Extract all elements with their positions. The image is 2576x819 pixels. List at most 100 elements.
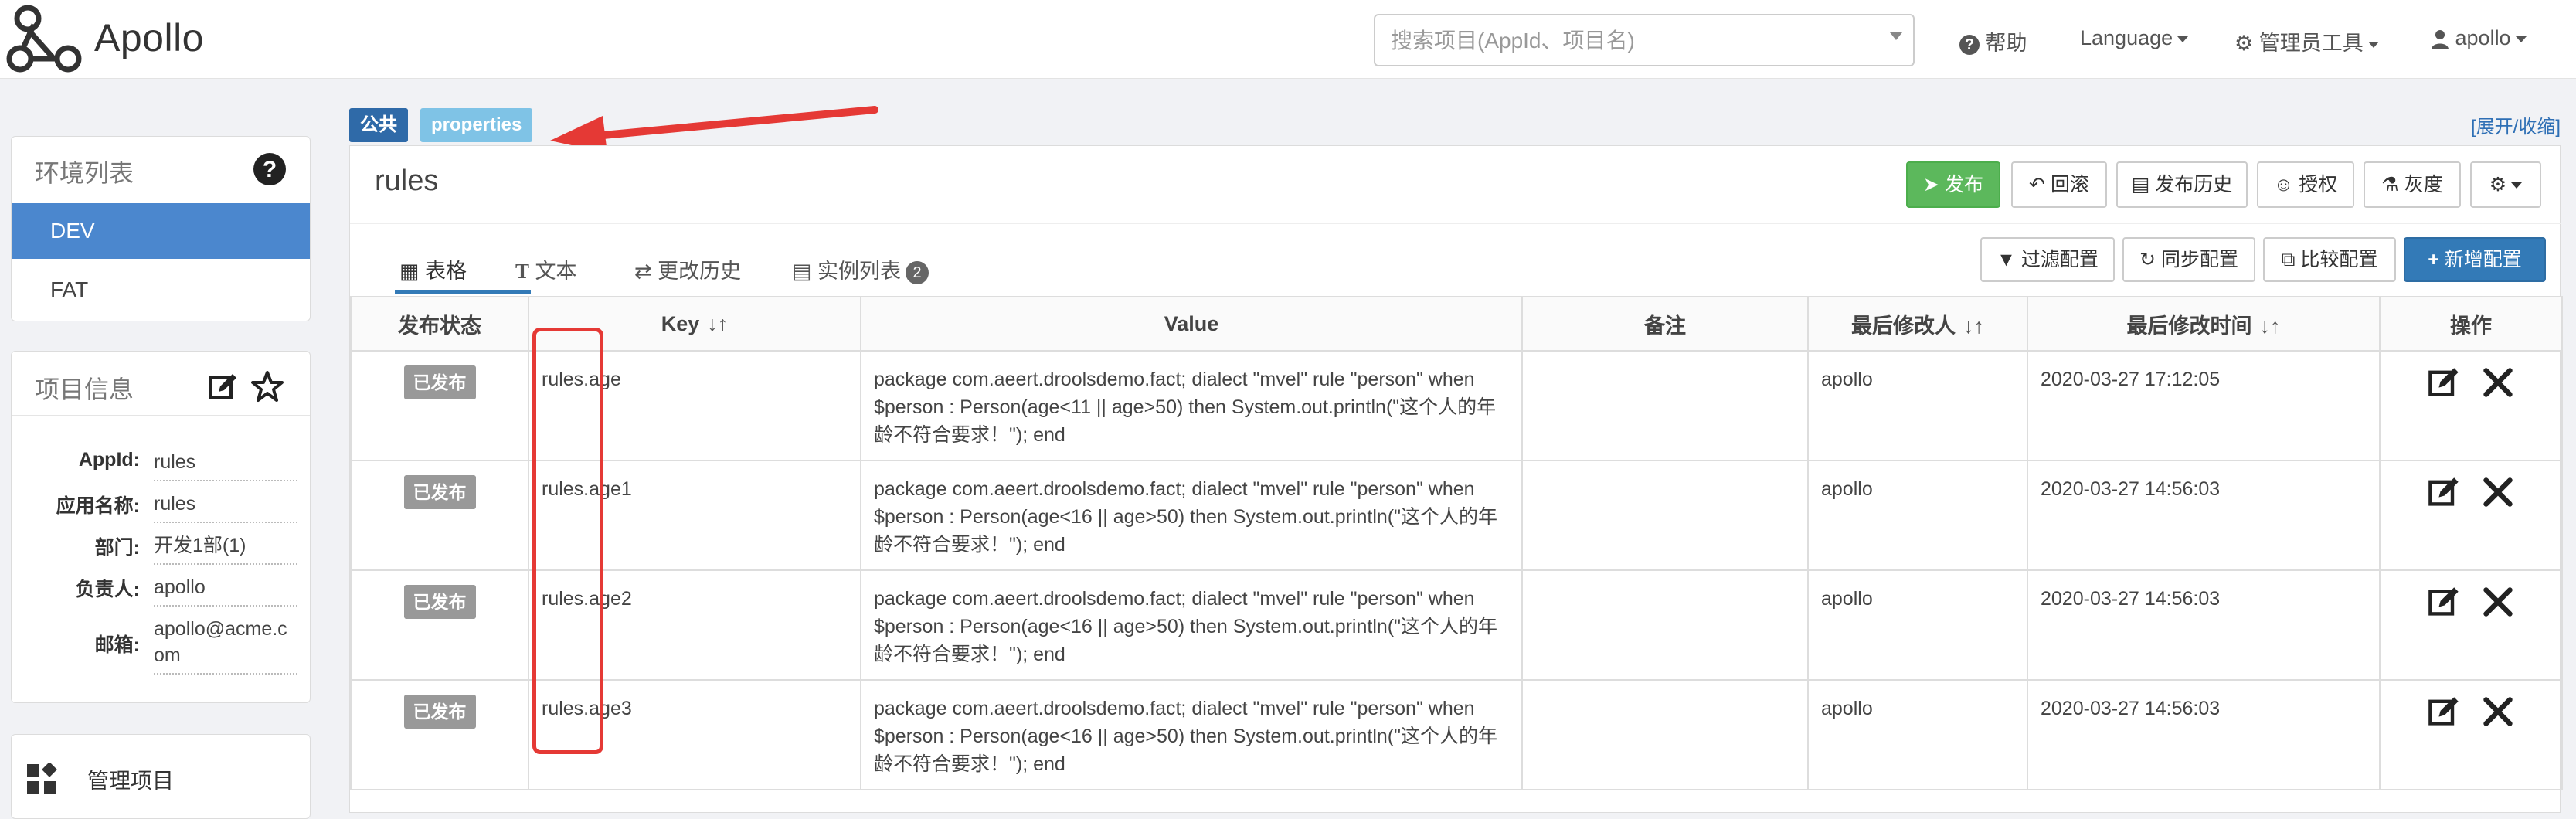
apollo-logo-icon[interactable] — [6, 3, 83, 76]
sort-icon[interactable]: ↓↑ — [1963, 314, 1984, 338]
project-info-title: 项目信息 — [35, 376, 134, 403]
admin-tools-label: 管理员工具 — [2258, 32, 2364, 55]
col-header-actions: 操作 — [2379, 296, 2563, 352]
delete-icon[interactable] — [2481, 365, 2515, 399]
user-icon: ☺ — [2273, 174, 2294, 195]
project-info-panel: 项目信息 AppId: rules 应用名称: rules 部门: 开发1部(1… — [11, 351, 311, 703]
compare-config-button[interactable]: ⧉ 比较配置 — [2263, 237, 2396, 282]
namespace-panel: rules ➤ 发布 ↶ 回滚 ▤ 发布历史 ☺ 授权 ⚗ 灰度 ⚙ ▦ 表格 … — [349, 145, 2563, 813]
help-link[interactable]: ? 帮助 — [1959, 26, 2027, 56]
release-history-button[interactable]: ▤ 发布历史 — [2116, 161, 2248, 208]
col-header-modified-time[interactable]: 最后修改时间 ↓↑ — [2027, 296, 2381, 352]
info-row-email: 邮箱: apollo@acme.com — [12, 608, 310, 678]
tab-instances-label: 实例列表 — [817, 260, 902, 283]
top-navbar: Apollo ? 帮助 Language ⚙ 管理员工具 apollo — [0, 0, 2576, 79]
edit-icon[interactable] — [2427, 365, 2461, 399]
tab-change-history-label: 更改历史 — [658, 260, 742, 283]
sort-icon[interactable]: ↓↑ — [707, 312, 728, 336]
edit-icon[interactable] — [2427, 475, 2461, 509]
delete-icon[interactable] — [2481, 585, 2515, 619]
info-row-department: 部门: 开发1部(1) — [12, 525, 310, 565]
tab-table-label: 表格 — [425, 260, 467, 283]
info-value: apollo@acme.com — [154, 616, 297, 675]
value-cell: package com.aeert.droolsdemo.fact; diale… — [860, 460, 1523, 571]
rollback-button[interactable]: ↶ 回滚 — [2011, 161, 2107, 208]
refresh-icon: ↻ — [2139, 249, 2156, 270]
time-cell: 2020-03-27 14:56:03 — [2027, 460, 2381, 571]
sort-icon[interactable]: ↓↑ — [2260, 314, 2281, 338]
star-icon[interactable] — [251, 370, 284, 403]
active-tab-indicator — [395, 290, 531, 294]
publish-button[interactable]: ➤ 发布 — [1906, 161, 2000, 208]
edit-icon[interactable] — [2427, 585, 2461, 619]
format-tag: properties — [420, 108, 533, 142]
public-tag: 公共 — [349, 108, 408, 142]
status-cell: 已发布 — [350, 350, 529, 461]
send-icon: ➤ — [1923, 174, 1939, 195]
comment-cell — [1521, 460, 1809, 571]
user-menu[interactable]: apollo — [2431, 26, 2527, 50]
namespace-name: rules — [375, 165, 439, 197]
status-badge: 已发布 — [403, 695, 476, 729]
info-value: 开发1部(1) — [154, 532, 297, 565]
actions-cell — [2379, 460, 2563, 571]
time-cell: 2020-03-27 17:12:05 — [2027, 350, 2381, 461]
settings-dropdown-button[interactable]: ⚙ — [2470, 161, 2541, 208]
language-menu[interactable]: Language — [2080, 26, 2189, 50]
info-label: AppId: — [78, 449, 140, 471]
modifier-cell: apollo — [1807, 460, 2028, 571]
brand-name[interactable]: Apollo — [94, 15, 204, 60]
widgets-icon — [27, 763, 57, 794]
config-table: 发布状态 Key ↓↑ Value 备注 最后修改人 ↓↑ 最后修改时间 ↓↑ 操作 … — [350, 296, 2563, 790]
col-header-modifier[interactable]: 最后修改人 ↓↑ — [1807, 296, 2028, 352]
col-header-comment: 备注 — [1521, 296, 1809, 352]
chevron-down-icon — [2515, 36, 2527, 42]
comment-cell — [1521, 569, 1809, 681]
actions-cell — [2379, 350, 2563, 461]
question-circle-icon[interactable]: ? — [253, 152, 287, 186]
status-badge: 已发布 — [403, 475, 476, 509]
user-name: apollo — [2455, 26, 2511, 49]
project-search-box[interactable] — [1374, 14, 1915, 66]
admin-tools-menu[interactable]: ⚙ 管理员工具 — [2234, 26, 2379, 56]
modifier-cell: apollo — [1807, 350, 2028, 461]
tab-text-label: 文本 — [535, 260, 577, 283]
actions-cell — [2379, 569, 2563, 681]
info-label: 邮箱: — [94, 634, 140, 656]
table-row: 已发布 rules.age1 package com.aeert.droolsd… — [350, 460, 2563, 571]
project-search-input[interactable] — [1389, 26, 1853, 56]
tab-instances[interactable]: ▤ 实例列表 2 — [792, 254, 929, 284]
gray-release-label: 灰度 — [2404, 174, 2443, 195]
delete-icon[interactable] — [2481, 475, 2515, 509]
edit-icon[interactable] — [208, 372, 239, 403]
gray-release-button[interactable]: ⚗ 灰度 — [2364, 161, 2461, 208]
delete-icon[interactable] — [2481, 695, 2515, 729]
modifier-cell: apollo — [1807, 569, 2028, 681]
add-config-button[interactable]: + 新增配置 — [2404, 237, 2546, 282]
sync-config-button[interactable]: ↻ 同步配置 — [2122, 237, 2255, 282]
grant-button[interactable]: ☺ 授权 — [2257, 161, 2354, 208]
table-header-row: 发布状态 Key ↓↑ Value 备注 最后修改人 ↓↑ 最后修改时间 ↓↑ 操作 — [350, 296, 2563, 352]
tab-change-history[interactable]: ⇄ 更改历史 — [634, 254, 741, 284]
grant-label: 授权 — [2299, 174, 2338, 195]
status-cell: 已发布 — [350, 569, 529, 681]
table-icon: ▦ — [399, 260, 420, 283]
filter-config-button[interactable]: ▼ 过滤配置 — [1980, 237, 2115, 282]
status-cell: 已发布 — [350, 460, 529, 571]
expand-collapse-link[interactable]: [展开/收缩] — [2471, 111, 2561, 138]
status-cell: 已发布 — [350, 679, 529, 790]
list-icon: ▤ — [792, 260, 812, 283]
filter-icon: ▼ — [1997, 249, 2016, 270]
tab-table[interactable]: ▦ 表格 — [399, 254, 467, 284]
edit-icon[interactable] — [2427, 695, 2461, 729]
search-dropdown-caret-icon[interactable] — [1890, 32, 1902, 40]
env-item-fat[interactable]: FAT — [12, 262, 310, 318]
env-item-dev[interactable]: DEV — [12, 203, 310, 259]
gear-icon: ⚙ — [2234, 32, 2254, 55]
svg-text:?: ? — [263, 157, 277, 182]
copy-icon: ⧉ — [2281, 249, 2296, 270]
status-badge: 已发布 — [403, 585, 476, 619]
tab-text[interactable]: T 文本 — [515, 254, 577, 284]
info-row-app-name: 应用名称: rules — [12, 483, 310, 523]
manage-project-panel[interactable]: 管理项目 — [11, 734, 311, 819]
